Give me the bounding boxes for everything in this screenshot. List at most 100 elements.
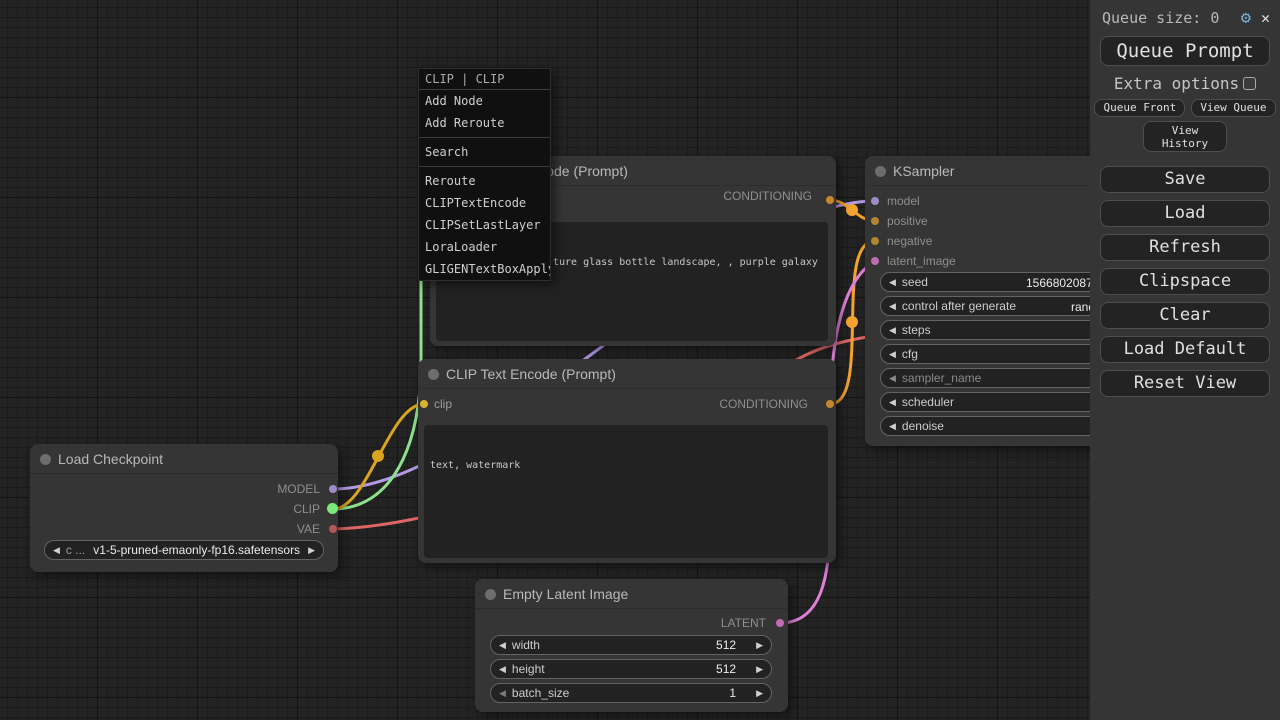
queue-front-button[interactable]: Queue Front xyxy=(1094,99,1185,117)
increment-icon[interactable]: ▶ xyxy=(756,640,763,651)
menu-item-cliptextencode[interactable]: CLIPTextEncode xyxy=(419,192,550,214)
input-port-clip[interactable] xyxy=(420,400,428,408)
widget-label: control after generate xyxy=(902,299,1016,313)
widget-label: width xyxy=(512,638,716,652)
decrement-icon[interactable]: ◀ xyxy=(889,277,896,288)
widget-steps[interactable]: ◀ steps xyxy=(880,320,1110,340)
decrement-icon[interactable]: ◀ xyxy=(889,397,896,408)
input-label-clip: clip xyxy=(434,397,452,411)
widget-width[interactable]: ◀ width 512 ▶ xyxy=(490,635,772,655)
widget-seed[interactable]: ◀ seed 1566802087 xyxy=(880,272,1110,292)
widget-height[interactable]: ◀ height 512 ▶ xyxy=(490,659,772,679)
node-status-dot xyxy=(485,589,496,600)
widget-label: denoise xyxy=(902,419,944,433)
output-port-latent[interactable] xyxy=(776,619,784,627)
sidebar-menu: Queue size: 0 ⚙ ✕ Queue Prompt Extra opt… xyxy=(1090,0,1280,720)
previous-icon[interactable]: ◀ xyxy=(53,545,60,556)
view-history-button[interactable]: View History xyxy=(1143,121,1227,152)
output-port-conditioning[interactable] xyxy=(826,196,834,204)
widget-label: c ... xyxy=(66,543,85,557)
node-title[interactable]: KSampler xyxy=(865,156,1125,186)
widget-ckpt-name[interactable]: ◀ c ... v1-5-pruned-emaonly-fp16.safeten… xyxy=(44,540,324,560)
output-port-clip[interactable] xyxy=(327,503,338,514)
extra-options-checkbox[interactable] xyxy=(1243,77,1256,90)
decrement-icon[interactable]: ◀ xyxy=(889,325,896,336)
output-port-conditioning[interactable] xyxy=(826,400,834,408)
prompt-text: text, watermark xyxy=(430,459,822,473)
node-title[interactable]: Empty Latent Image xyxy=(475,579,788,609)
node-title-text: CLIP Text Encode (Prompt) xyxy=(446,366,616,382)
view-history-line1: View xyxy=(1144,124,1226,137)
node-status-dot xyxy=(40,454,51,465)
comfyui-workspace: CLIP Text Encode (Prompt) CONDITIONING t… xyxy=(0,0,1280,720)
output-port-vae[interactable] xyxy=(329,525,337,533)
node-title[interactable]: Load Checkpoint xyxy=(30,444,338,474)
decrement-icon[interactable]: ◀ xyxy=(889,349,896,360)
node-clip-text-encode-2[interactable]: CLIP Text Encode (Prompt) clip CONDITION… xyxy=(418,359,836,563)
widget-label: batch_size xyxy=(512,686,729,700)
widget-value: 1 xyxy=(729,686,736,700)
menu-item-add-node[interactable]: Add Node xyxy=(419,90,550,112)
node-empty-latent-image[interactable]: Empty Latent Image LATENT ◀ width 512 ▶ … xyxy=(475,579,788,712)
next-icon[interactable]: ▶ xyxy=(308,545,315,556)
decrement-icon[interactable]: ◀ xyxy=(889,301,896,312)
increment-icon[interactable]: ▶ xyxy=(756,664,763,675)
output-label-latent: LATENT xyxy=(721,616,766,630)
save-button[interactable]: Save xyxy=(1100,166,1270,193)
decrement-icon[interactable]: ◀ xyxy=(889,421,896,432)
output-port-model[interactable] xyxy=(329,485,337,493)
context-menu-title: CLIP | CLIP xyxy=(419,69,550,90)
input-port-positive[interactable] xyxy=(871,217,879,225)
increment-icon[interactable]: ▶ xyxy=(756,688,763,699)
input-port-negative[interactable] xyxy=(871,237,879,245)
widget-scheduler[interactable]: ◀ scheduler xyxy=(880,392,1110,412)
input-port-model[interactable] xyxy=(871,197,879,205)
settings-gear-icon[interactable]: ⚙ xyxy=(1241,8,1251,28)
widget-control-after-generate[interactable]: ◀ control after generate randomize xyxy=(880,296,1110,316)
menu-item-gligentextboxapply[interactable]: GLIGENTextBoxApply xyxy=(419,258,550,280)
widget-batch-size[interactable]: ◀ batch_size 1 ▶ xyxy=(490,683,772,703)
menu-separator xyxy=(419,166,550,167)
input-label-negative: negative xyxy=(887,234,932,248)
view-history-line2: History xyxy=(1144,137,1226,150)
widget-denoise[interactable]: ◀ denoise xyxy=(880,416,1110,436)
node-title-text: Load Checkpoint xyxy=(58,451,163,467)
refresh-button[interactable]: Refresh xyxy=(1100,234,1270,261)
menu-item-clipsetlastlayer[interactable]: CLIPSetLastLayer xyxy=(419,214,550,236)
node-title[interactable]: CLIP Text Encode (Prompt) xyxy=(418,359,836,389)
node-ksampler[interactable]: KSampler model positive negative latent_… xyxy=(865,156,1125,446)
queue-prompt-button[interactable]: Queue Prompt xyxy=(1100,36,1270,66)
reset-view-button[interactable]: Reset View xyxy=(1100,370,1270,397)
widget-cfg[interactable]: ◀ cfg xyxy=(880,344,1110,364)
clear-button[interactable]: Clear xyxy=(1100,302,1270,329)
node-status-dot xyxy=(428,369,439,380)
widget-label: scheduler xyxy=(902,395,954,409)
input-label-model: model xyxy=(887,194,920,208)
node-load-checkpoint[interactable]: Load Checkpoint MODEL CLIP VAE ◀ c ... v… xyxy=(30,444,338,572)
node-title-text: KSampler xyxy=(893,163,954,179)
clipspace-button[interactable]: Clipspace xyxy=(1100,268,1270,295)
input-port-latent-image[interactable] xyxy=(871,257,879,265)
decrement-icon[interactable]: ◀ xyxy=(499,688,506,699)
menu-item-add-reroute[interactable]: Add Reroute xyxy=(419,112,550,134)
decrement-icon[interactable]: ◀ xyxy=(499,640,506,651)
menu-item-loraloader[interactable]: LoraLoader xyxy=(419,236,550,258)
decrement-icon[interactable]: ◀ xyxy=(889,373,896,384)
load-button[interactable]: Load xyxy=(1100,200,1270,227)
output-label-conditioning: CONDITIONING xyxy=(719,397,808,411)
widget-value: 512 xyxy=(716,662,736,676)
queue-status-row: Queue size: 0 ⚙ ✕ xyxy=(1090,0,1280,32)
widget-label: seed xyxy=(902,275,928,289)
widget-value: 512 xyxy=(716,638,736,652)
extra-options-label: Extra options xyxy=(1114,74,1239,93)
load-default-button[interactable]: Load Default xyxy=(1100,336,1270,363)
context-menu: CLIP | CLIP Add Node Add Reroute Search … xyxy=(418,68,551,281)
view-queue-button[interactable]: View Queue xyxy=(1191,99,1275,117)
widget-label: cfg xyxy=(902,347,918,361)
decrement-icon[interactable]: ◀ xyxy=(499,664,506,675)
menu-item-reroute[interactable]: Reroute xyxy=(419,170,550,192)
prompt-textarea[interactable]: text, watermark xyxy=(424,425,828,558)
menu-item-search[interactable]: Search xyxy=(419,141,550,163)
widget-sampler-name[interactable]: ◀ sampler_name xyxy=(880,368,1110,388)
close-icon[interactable]: ✕ xyxy=(1261,9,1270,27)
